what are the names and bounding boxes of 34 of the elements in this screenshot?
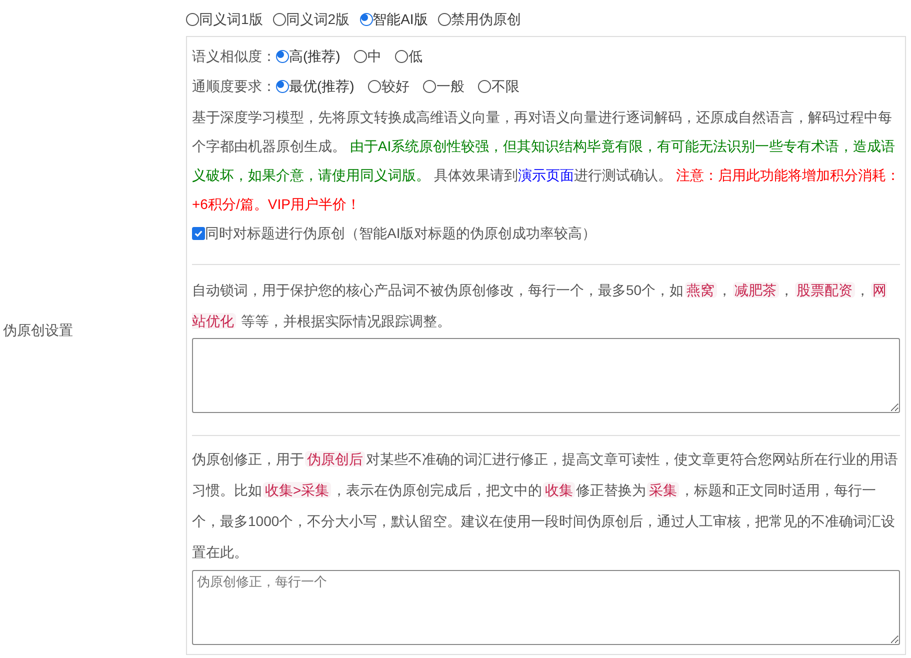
radio-button[interactable]: [395, 50, 408, 62]
radio-label[interactable]: 较好: [381, 72, 410, 101]
radio-button[interactable]: [360, 12, 373, 26]
lock-words-field[interactable]: [192, 338, 900, 413]
radio-label[interactable]: 低: [408, 42, 422, 70]
radio-button[interactable]: [438, 12, 451, 26]
radio-button[interactable]: [478, 80, 492, 93]
radio-button[interactable]: [276, 50, 289, 62]
radio-button[interactable]: [354, 50, 368, 62]
radio-label[interactable]: 最优(推荐): [289, 72, 354, 101]
radio-label[interactable]: 禁用伪原创: [450, 8, 521, 30]
ai-description: 基于深度学习模型，先将原文转换成高维语义向量，再对语义向量进行逐词解码，还原成自然语言，解码过程中每个字都由机器原创生成。 由于AI系统原创性较强，但其知识结构毕竟有限，有可能无法识别一些专有术语，造成语义破坏，如果介意，请使用同义词版。 具体效果请到演示页面进行测试确认。 注意：启用此功能将增加积分消耗：+6积分/篇。VIP用户半价！: [192, 108, 900, 214]
radio-label[interactable]: 同义词2版: [286, 8, 350, 30]
radio-label[interactable]: 一般: [436, 72, 464, 101]
lock-words-description: 自动锁词，用于保护您的核心产品词不被伪原创修改，每行一个，最多50个，如 燕窝 ， 减肥茶 ， 股票配资 ， 网站优化 等等，并根据实际情况跟踪调整。: [192, 281, 888, 331]
similarity-label: 语义相似度：: [192, 46, 276, 66]
radio-label[interactable]: 高(推荐): [289, 42, 340, 70]
radio-button[interactable]: [186, 12, 199, 26]
corrections-field[interactable]: 伪原创修正，每行一个: [192, 570, 900, 645]
corrections-description: 伪原创修正，用于 伪原创后 对某些不准确的词汇进行修正，提高文章可读性，使文章更符合您网站所在行业的用语习惯。比如 收集>采集 ，表示在伪原创完成后，把文中的 收集 修正替换为 采集 ，标题和正文同时适用，每行一个，最多1000个，不分大小写，默认留空。建议在使用一段时间伪原创后，通过人工审核，把常见的不准确词汇设置在此。: [192, 450, 899, 562]
radio-label[interactable]: 不限: [491, 72, 520, 101]
radio-button[interactable]: [272, 12, 286, 26]
radio-button[interactable]: [423, 80, 436, 93]
checkbox[interactable]: [192, 227, 205, 240]
radio-label[interactable]: 智能AI版: [372, 8, 428, 30]
radio-label[interactable]: 同义词1版: [199, 8, 263, 30]
demo-page-link[interactable]: 演示页面: [518, 167, 574, 183]
check-icon: [194, 229, 203, 238]
checkbox-label[interactable]: 同时对标题进行伪原创（智能AI版对标题的伪原创成功率较高）: [205, 219, 596, 248]
fluency-label: 通顺度要求：: [192, 77, 276, 96]
radio-button[interactable]: [368, 80, 382, 93]
section-label: 伪原创设置: [3, 320, 73, 340]
radio-label[interactable]: 中: [367, 42, 382, 70]
radio-button[interactable]: [276, 80, 289, 93]
